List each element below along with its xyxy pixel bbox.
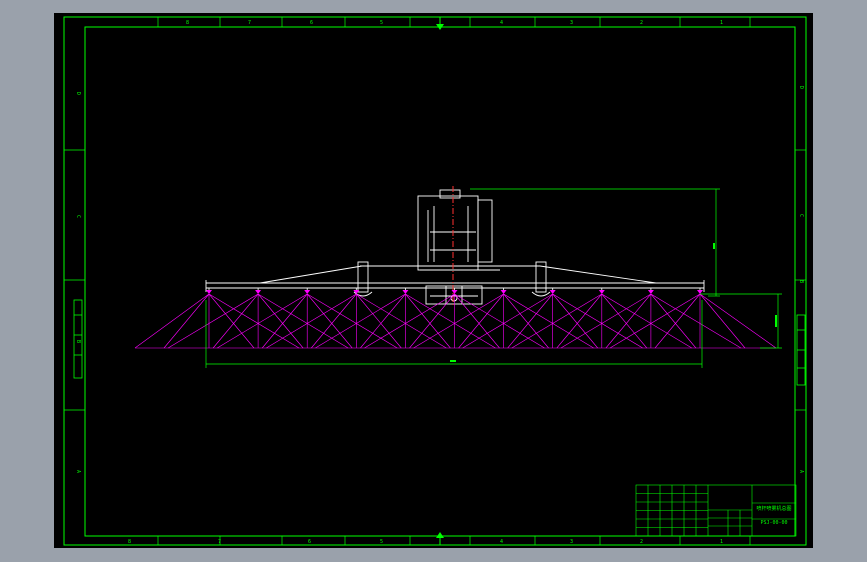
top-zone-label: 5	[380, 20, 383, 26]
top-zone-label: 6	[310, 20, 313, 26]
cad-viewport[interactable]: 8 7 6 5 4 3 2 1 8 7 6 5 4 3 2 1 D C B A …	[0, 0, 867, 562]
top-zone-label: 8	[186, 20, 189, 26]
top-zone-label: 1	[720, 20, 723, 26]
bottom-zone-label: 2	[640, 539, 643, 545]
dimension-text-block	[713, 243, 715, 249]
right-zone-label: D	[798, 86, 804, 89]
top-zone-label: 3	[570, 20, 573, 26]
top-zone-label: 4	[500, 20, 503, 26]
bottom-zone-label: 5	[380, 539, 383, 545]
drawing-number: PSJ-00-00	[760, 520, 787, 526]
drawing-title: 喷杆喷雾机总图	[756, 505, 791, 512]
bottom-zone-label: 8	[128, 539, 131, 545]
left-zone-label: B	[75, 340, 81, 343]
right-zone-label: A	[798, 470, 804, 473]
dimension-text-block	[450, 360, 456, 362]
right-zone-label: B	[798, 280, 804, 283]
right-zone-label: C	[798, 214, 804, 217]
left-zone-label: A	[75, 470, 81, 473]
left-zone-label: D	[75, 92, 81, 95]
bottom-zone-label: 7	[218, 539, 221, 545]
left-zone-label: C	[75, 215, 81, 218]
top-zone-label: 2	[640, 20, 643, 26]
bottom-zone-label: 1	[720, 539, 723, 545]
bottom-zone-label: 4	[500, 539, 503, 545]
bottom-zone-label: 3	[570, 539, 573, 545]
top-zone-label: 7	[248, 20, 251, 26]
dimension-text-block	[775, 315, 777, 327]
bottom-zone-label: 6	[308, 539, 311, 545]
drawing-sheet[interactable]	[54, 13, 813, 548]
